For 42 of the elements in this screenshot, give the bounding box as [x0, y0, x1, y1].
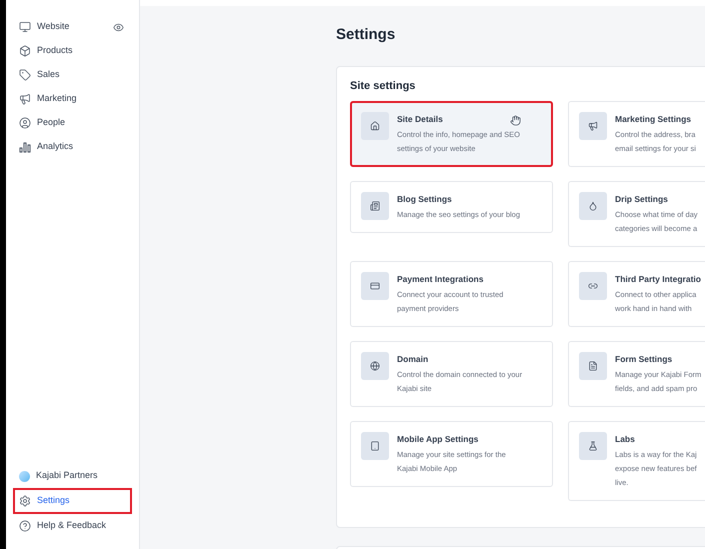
- card-title: Payment Integrations: [397, 273, 484, 286]
- megaphone-icon: [588, 121, 598, 131]
- card-title: Labs: [615, 433, 635, 446]
- page-title: Settings: [336, 26, 396, 44]
- eye-icon[interactable]: [113, 22, 124, 32]
- house-icon: [370, 121, 380, 131]
- card-title: Blog Settings: [397, 193, 452, 206]
- card-title: Drip Settings: [615, 193, 668, 206]
- megaphone-icon: [19, 93, 31, 105]
- flask-icon: [588, 441, 598, 451]
- credit-card-icon: [370, 281, 380, 291]
- help-icon: [19, 520, 31, 532]
- document-icon: [370, 201, 380, 211]
- sidebar-item[interactable]: Website: [15, 16, 130, 38]
- tag-icon: [19, 69, 31, 81]
- drop-icon: [588, 201, 598, 211]
- settings-icon: [19, 495, 31, 507]
- sidebar-item[interactable]: Analytics: [15, 136, 130, 158]
- card-title: Form Settings: [615, 353, 672, 366]
- card-title: Third Party Integratio: [615, 273, 701, 286]
- section-title: Site settings: [350, 79, 416, 93]
- sidebar-item[interactable]: Sales: [15, 64, 130, 86]
- box-icon: [19, 45, 31, 57]
- card-title: Domain: [397, 353, 428, 366]
- sidebar-item[interactable]: Settings: [15, 490, 130, 512]
- hand-cursor-icon: [510, 115, 521, 126]
- sidebar-item[interactable]: People: [15, 112, 130, 134]
- card-title: Marketing Settings: [615, 113, 692, 126]
- tablet-icon: [370, 441, 380, 451]
- partner-logo-icon: [19, 470, 30, 482]
- sidebar-item[interactable]: Kajabi Partners: [15, 465, 130, 487]
- bar-chart-icon: [19, 141, 31, 153]
- sidebar-item[interactable]: Help & Feedback: [15, 515, 130, 537]
- card-title: Site Details: [397, 113, 443, 126]
- monitor-icon: [19, 21, 31, 33]
- card-title: Mobile App Settings: [397, 433, 478, 446]
- link-icon: [588, 281, 598, 291]
- globe-icon: [370, 361, 380, 371]
- sidebar-item[interactable]: Marketing: [15, 88, 130, 110]
- user-icon: [19, 117, 31, 129]
- list-icon: [588, 361, 598, 371]
- sidebar-item[interactable]: Products: [15, 40, 130, 62]
